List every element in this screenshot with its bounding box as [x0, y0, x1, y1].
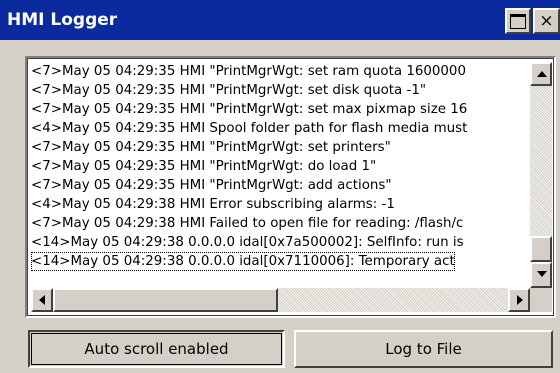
- horizontal-scroll-thumb[interactable]: [53, 288, 278, 312]
- hmi-logger-window: HMI Logger × <7>May 05 04:29:35 HMI "Pri…: [0, 0, 560, 373]
- scroll-left-button[interactable]: [31, 288, 53, 312]
- log-line[interactable]: <7>May 05 04:29:35 HMI "PrintMgrWgt: do …: [31, 157, 376, 176]
- scroll-down-button[interactable]: [530, 262, 552, 288]
- log-line[interactable]: <4>May 05 04:29:38 HMI Error subscribing…: [31, 195, 395, 214]
- arrow-right-icon: [517, 295, 523, 305]
- horizontal-scrollbar[interactable]: [31, 288, 530, 312]
- log-line[interactable]: <7>May 05 04:29:35 HMI "PrintMgrWgt: set…: [31, 138, 391, 157]
- log-line[interactable]: <14>May 05 04:29:38 0.0.0.0 idal[0x7a500…: [31, 233, 464, 252]
- vertical-scroll-thumb[interactable]: [530, 236, 552, 262]
- log-line[interactable]: <7>May 05 04:29:38 HMI Failed to open fi…: [31, 214, 463, 233]
- close-button[interactable]: ×: [533, 8, 560, 34]
- window-title: HMI Logger: [7, 10, 118, 30]
- log-view[interactable]: <7>May 05 04:29:35 HMI "PrintMgrWgt: set…: [31, 62, 530, 288]
- log-to-file-button[interactable]: Log to File: [294, 330, 553, 368]
- scrollbar-corner: [530, 288, 552, 312]
- scroll-right-button[interactable]: [508, 288, 530, 312]
- log-line-selected[interactable]: <14>May 05 04:29:38 0.0.0.0 idal[0x71100…: [31, 252, 455, 271]
- maximize-button[interactable]: [505, 8, 531, 34]
- log-list[interactable]: <7>May 05 04:29:35 HMI "PrintMgrWgt: set…: [25, 56, 556, 318]
- title-bar: HMI Logger ×: [0, 0, 560, 40]
- arrow-left-icon: [39, 295, 45, 305]
- log-line[interactable]: <7>May 05 04:29:35 HMI "PrintMgrWgt: set…: [31, 100, 467, 119]
- close-icon: ×: [539, 10, 554, 31]
- log-line[interactable]: <7>May 05 04:29:35 HMI "PrintMgrWgt: add…: [31, 176, 392, 195]
- log-line[interactable]: <7>May 05 04:29:35 HMI "PrintMgrWgt: set…: [31, 62, 466, 81]
- vertical-scrollbar[interactable]: [530, 62, 552, 288]
- log-line[interactable]: <7>May 05 04:29:35 HMI "PrintMgrWgt: set…: [31, 81, 426, 100]
- arrow-up-icon: [537, 71, 547, 77]
- maximize-icon: [510, 13, 526, 29]
- auto-scroll-button[interactable]: Auto scroll enabled: [28, 330, 285, 368]
- scroll-up-button[interactable]: [530, 62, 552, 86]
- arrow-down-icon: [537, 271, 547, 277]
- log-line[interactable]: <4>May 05 04:29:35 HMI Spool folder path…: [31, 119, 467, 138]
